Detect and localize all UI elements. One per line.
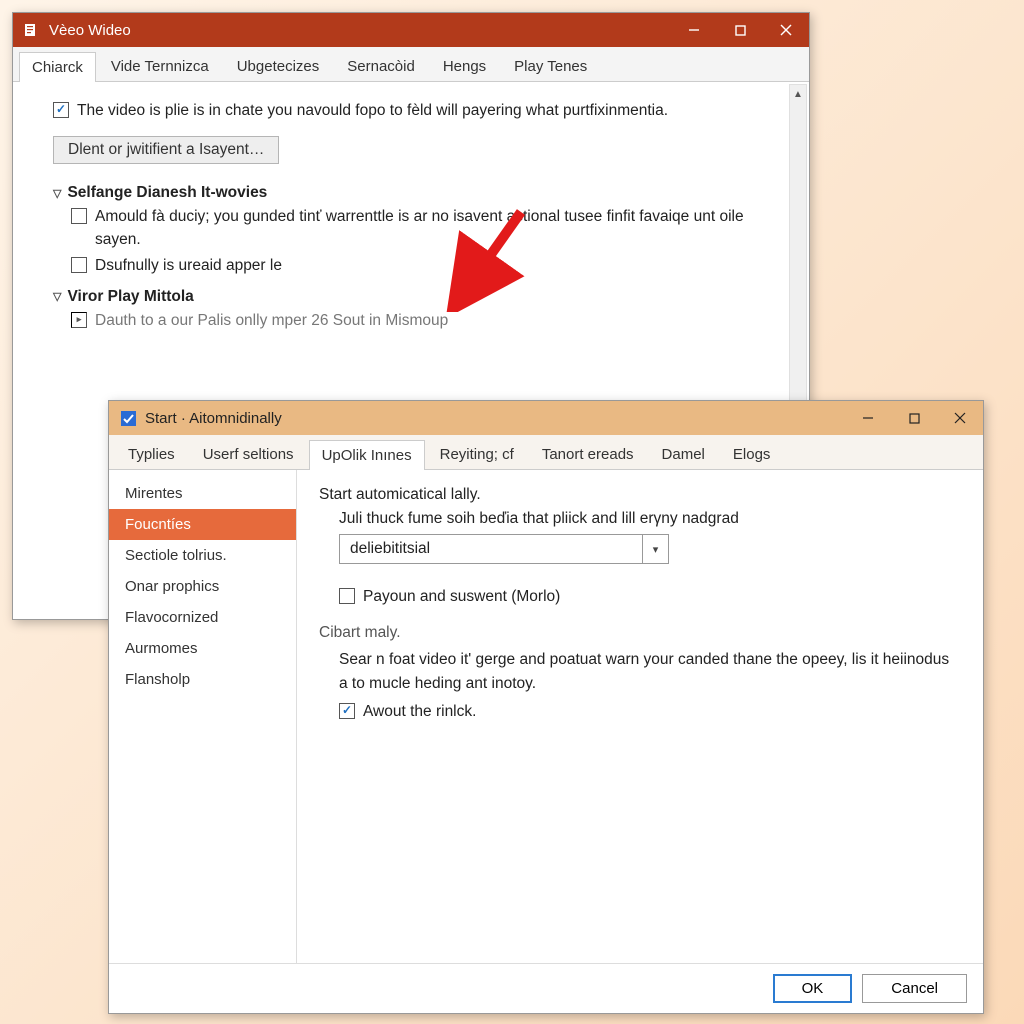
combo-value: deliebititsial xyxy=(340,535,642,563)
tab-reyiting[interactable]: Reyiting; cf xyxy=(427,439,527,469)
main-pane: Start automicatical lally. Juli thuck fu… xyxy=(297,470,983,963)
sidebar-item-sectiole[interactable]: Sectiole tolrius. xyxy=(109,540,296,571)
tabstrip: Chiarck Vide Ternnizca Ubgetecizes Serna… xyxy=(13,47,809,82)
app-icon xyxy=(119,409,137,427)
radio-dauth-label: Dauth to a our Palis onlly mper 26 Sout … xyxy=(95,310,448,332)
chevron-down-icon: ▽ xyxy=(53,290,61,303)
checkbox-dsufnully[interactable] xyxy=(71,257,87,273)
checkbox-video-plie[interactable] xyxy=(53,102,69,118)
close-button[interactable] xyxy=(937,401,983,435)
scroll-up-icon[interactable]: ▲ xyxy=(790,85,806,103)
window-title: Vèeo Wideo xyxy=(49,22,671,39)
tab-typlies[interactable]: Typlies xyxy=(115,439,188,469)
chevron-down-icon: ▽ xyxy=(53,187,61,200)
tabstrip: Typlies Userf seltions UpOlik Inınes Rey… xyxy=(109,435,983,470)
chevron-down-icon: ▾ xyxy=(642,535,668,563)
tab-vide-ternnizca[interactable]: Vide Ternnizca xyxy=(98,51,222,81)
sidebar-item-mirentes[interactable]: Mirentes xyxy=(109,478,296,509)
maximize-button[interactable] xyxy=(891,401,937,435)
group-title-label: Selfange Dianesh It-wovies xyxy=(67,184,267,202)
heading: Start automicatical lally. xyxy=(319,486,961,504)
minimize-button[interactable] xyxy=(845,401,891,435)
close-button[interactable] xyxy=(763,13,809,47)
sidebar-item-aurmomes[interactable]: Aurmomes xyxy=(109,633,296,664)
sidebar-item-onar-prophics[interactable]: Onar prophics xyxy=(109,571,296,602)
start-automatically-dialog: Start · Aitomnidinally Typlies Userf sel… xyxy=(108,400,984,1014)
ok-button[interactable]: OK xyxy=(773,974,853,1003)
titlebar[interactable]: Vèeo Wideo xyxy=(13,13,809,47)
tab-elogs[interactable]: Elogs xyxy=(720,439,784,469)
tab-play-tenes[interactable]: Play Tenes xyxy=(501,51,600,81)
tab-chiarck[interactable]: Chiarck xyxy=(19,52,96,82)
app-icon xyxy=(23,21,41,39)
dlent-button[interactable]: Dlent or jwitifient a Isayent… xyxy=(53,136,279,164)
sidebar: Mirentes Foucntíes Sectiole tolrius. Ona… xyxy=(109,470,297,963)
cancel-button[interactable]: Cancel xyxy=(862,974,967,1003)
checkbox-amould-label: Amould fà duciy; you gunded tinť warrent… xyxy=(95,206,781,251)
group-viror-title[interactable]: ▽ Viror Play Mittola xyxy=(53,288,781,306)
checkbox-awout[interactable] xyxy=(339,703,355,719)
minimize-button[interactable] xyxy=(671,13,717,47)
radio-dauth[interactable]: ▸ xyxy=(71,312,87,328)
checkbox-payoun[interactable] xyxy=(339,588,355,604)
checkbox-video-plie-label: The video is plie is in chate you navoul… xyxy=(77,100,668,122)
tab-userf-seltions[interactable]: Userf seltions xyxy=(190,439,307,469)
tab-damel[interactable]: Damel xyxy=(649,439,718,469)
window-title: Start · Aitomnidinally xyxy=(145,410,845,427)
section-cibart-label: Cibart maly. xyxy=(319,624,961,642)
titlebar[interactable]: Start · Aitomnidinally xyxy=(109,401,983,435)
checkbox-payoun-label: Payoun and suswent (Morlo) xyxy=(363,586,560,608)
maximize-button[interactable] xyxy=(717,13,763,47)
group-selfange-title[interactable]: ▽ Selfange Dianesh It-wovies xyxy=(53,184,781,202)
checkbox-dsufnully-label: Dsufnully is ureaid apper le xyxy=(95,255,282,277)
description-2: Sear n foat video it' gerge and poatuat … xyxy=(339,648,961,695)
checkbox-awout-label: Awout the rinlck. xyxy=(363,701,476,723)
sidebar-item-foucnties[interactable]: Foucntíes xyxy=(109,509,296,540)
start-mode-combo[interactable]: deliebititsial ▾ xyxy=(339,534,669,564)
tab-sernacoid[interactable]: Sernacòid xyxy=(334,51,428,81)
checkbox-amould[interactable] xyxy=(71,208,87,224)
tab-upolik-inines[interactable]: UpOlik Inınes xyxy=(309,440,425,470)
description-1: Juli thuck fume soih beďia that pliick a… xyxy=(339,510,961,528)
dialog-footer: OK Cancel xyxy=(109,963,983,1013)
sidebar-item-flansholp[interactable]: Flansholp xyxy=(109,664,296,695)
sidebar-item-flavocornized[interactable]: Flavocornized xyxy=(109,602,296,633)
tab-ubgetecizes[interactable]: Ubgetecizes xyxy=(224,51,333,81)
group-title-label: Viror Play Mittola xyxy=(67,288,193,306)
tab-tanort-ereads[interactable]: Tanort ereads xyxy=(529,439,647,469)
tab-hengs[interactable]: Hengs xyxy=(430,51,499,81)
